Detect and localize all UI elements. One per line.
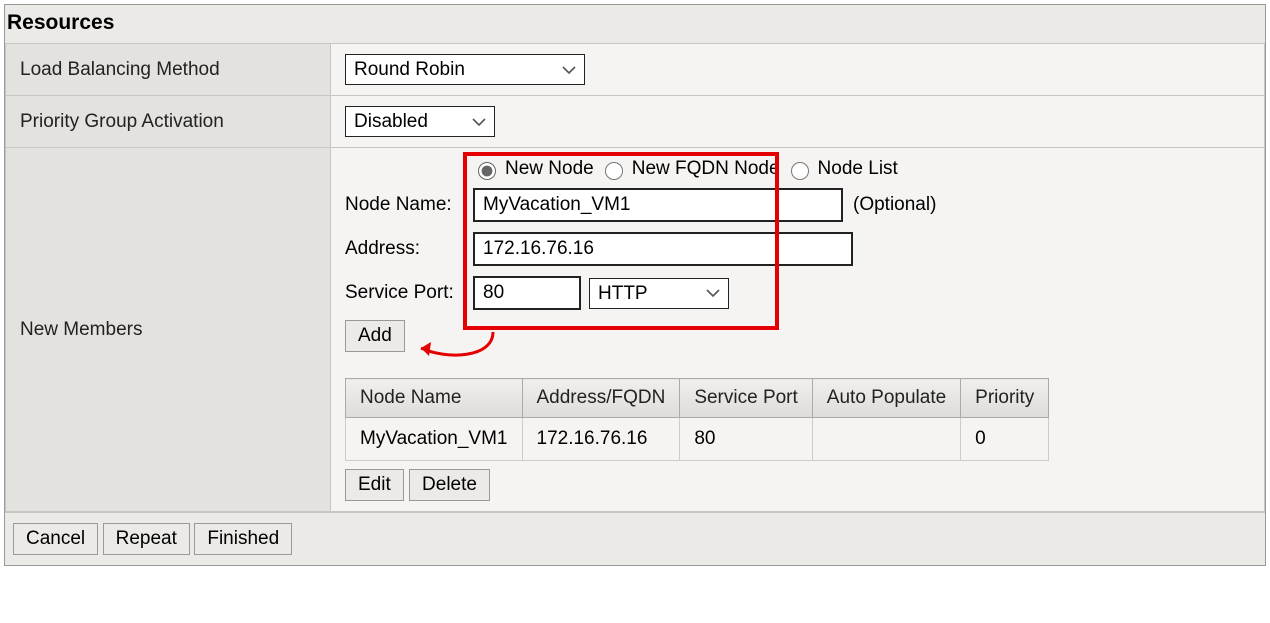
- service-port-proto-select-input[interactable]: HTTP: [590, 279, 684, 308]
- edit-button[interactable]: Edit: [345, 469, 404, 501]
- cell-priority: 0: [961, 418, 1049, 461]
- cancel-button[interactable]: Cancel: [13, 523, 98, 555]
- table-row[interactable]: MyVacation_VM1 172.16.76.16 80 0: [346, 418, 1049, 461]
- footer-button-row: Cancel Repeat Finished: [5, 512, 1265, 565]
- radio-new-node-label: New Node: [505, 158, 594, 180]
- cell-node-name: MyVacation_VM1: [346, 418, 523, 461]
- radio-new-fqdn-node[interactable]: [605, 162, 623, 180]
- label-address: Address:: [345, 238, 473, 260]
- row-address: Address:: [345, 232, 1250, 266]
- address-input[interactable]: [473, 232, 853, 266]
- chevron-down-icon: [472, 117, 486, 127]
- finished-button[interactable]: Finished: [194, 523, 292, 555]
- radio-node-list-label: Node List: [818, 158, 898, 180]
- radio-new-fqdn-node-label: New FQDN Node: [632, 158, 780, 180]
- delete-button[interactable]: Delete: [409, 469, 490, 501]
- service-port-input[interactable]: [473, 276, 581, 310]
- repeat-button[interactable]: Repeat: [103, 523, 190, 555]
- cell-auto-populate: [812, 418, 960, 461]
- label-service-port: Service Port:: [345, 282, 473, 304]
- cell-address: 172.16.76.16: [522, 418, 680, 461]
- add-button-row: Add: [345, 320, 1250, 352]
- add-button[interactable]: Add: [345, 320, 405, 352]
- col-address: Address/FQDN: [522, 379, 680, 418]
- node-name-input[interactable]: [473, 188, 843, 222]
- resources-panel: Resources Load Balancing Method Round Ro…: [4, 4, 1266, 566]
- col-auto-populate: Auto Populate: [812, 379, 960, 418]
- row-new-members: New Members New Node New FQDN Node Node …: [6, 148, 1265, 512]
- priority-group-select[interactable]: Disabled: [345, 106, 495, 137]
- col-service-port: Service Port: [680, 379, 812, 418]
- section-title: Resources: [5, 5, 1265, 43]
- label-load-balancing: Load Balancing Method: [6, 44, 331, 96]
- label-node-name: Node Name:: [345, 194, 473, 216]
- load-balancing-select[interactable]: Round Robin: [345, 54, 585, 85]
- load-balancing-select-input[interactable]: Round Robin: [346, 55, 501, 84]
- config-table: Load Balancing Method Round Robin Priori…: [5, 43, 1265, 512]
- chevron-down-icon: [706, 288, 720, 298]
- node-type-radio-row: New Node New FQDN Node Node List: [473, 158, 1250, 180]
- label-new-members: New Members: [6, 148, 331, 512]
- row-service-port: Service Port: HTTP: [345, 276, 1250, 310]
- row-node-name: Node Name: (Optional): [345, 188, 1250, 222]
- col-priority: Priority: [961, 379, 1049, 418]
- table-button-row: Edit Delete: [345, 469, 1250, 501]
- cell-service-port: 80: [680, 418, 812, 461]
- priority-group-select-input[interactable]: Disabled: [346, 107, 464, 136]
- chevron-down-icon: [562, 65, 576, 75]
- row-load-balancing: Load Balancing Method Round Robin: [6, 44, 1265, 96]
- radio-new-node[interactable]: [478, 162, 496, 180]
- optional-text: (Optional): [853, 194, 936, 216]
- members-table: Node Name Address/FQDN Service Port Auto…: [345, 378, 1049, 461]
- new-members-area: New Node New FQDN Node Node List Node Na…: [345, 158, 1250, 501]
- label-priority-group: Priority Group Activation: [6, 96, 331, 148]
- service-port-proto-select[interactable]: HTTP: [589, 278, 729, 309]
- radio-node-list[interactable]: [791, 162, 809, 180]
- row-priority-group: Priority Group Activation Disabled: [6, 96, 1265, 148]
- col-node-name: Node Name: [346, 379, 523, 418]
